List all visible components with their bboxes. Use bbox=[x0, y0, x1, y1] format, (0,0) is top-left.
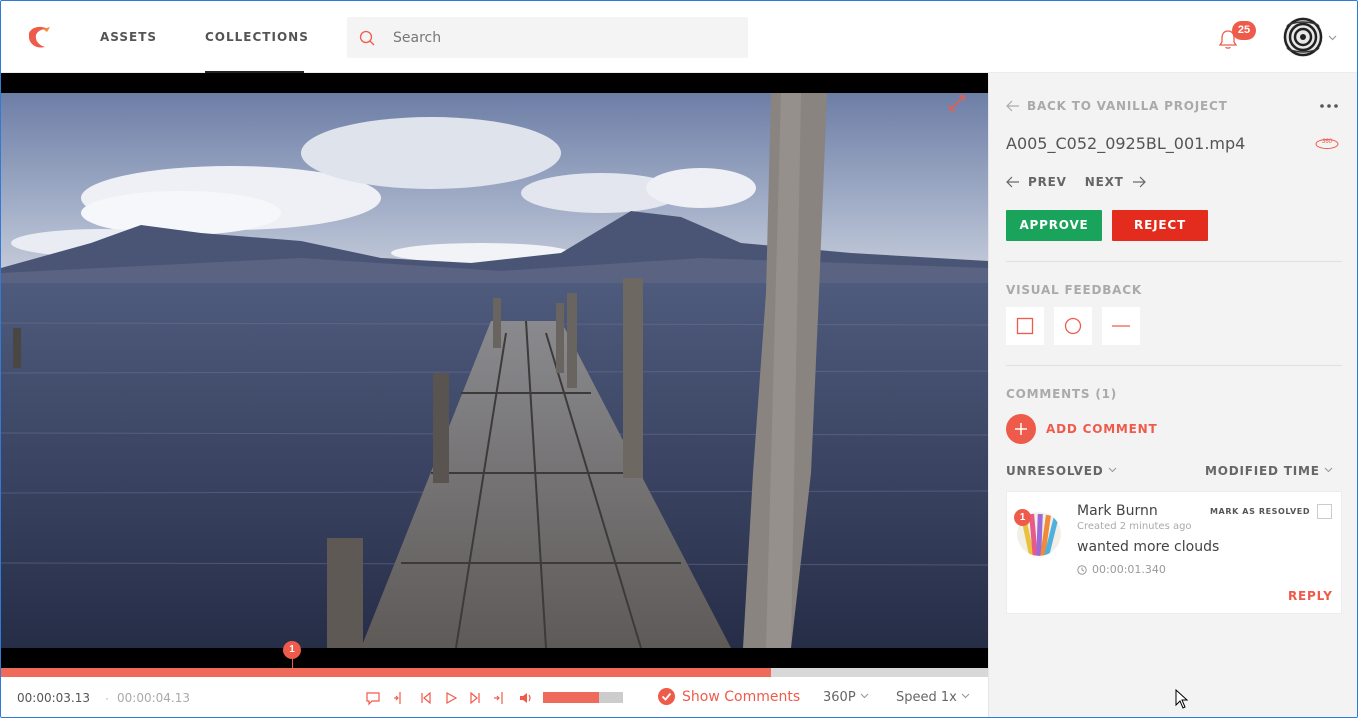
divider bbox=[1006, 261, 1342, 262]
comment-created: Created 2 minutes ago bbox=[1077, 521, 1192, 532]
rectangle-tool-icon bbox=[1016, 317, 1034, 335]
status-filter-value: UNRESOLVED bbox=[1006, 464, 1104, 478]
speed-select[interactable]: Speed 1x bbox=[896, 690, 970, 705]
circle-tool-icon bbox=[1064, 317, 1082, 335]
back-to-project-link[interactable]: BACK TO VANILLA PROJECT bbox=[1006, 99, 1228, 113]
prev-next-nav: PREV NEXT bbox=[1006, 175, 1146, 189]
player-controls: 00:00:03.13 · 00:00:04.13 Show Comments … bbox=[1, 677, 988, 717]
mouse-cursor-icon bbox=[1175, 689, 1189, 709]
asset-filename: A005_C052_0925BL_001.mp4 bbox=[1006, 134, 1246, 153]
arrow-left-icon bbox=[1006, 176, 1019, 188]
comment-card: 1 Mark Burnn Created 2 minutes ago MARK … bbox=[1006, 491, 1342, 614]
show-comments-label: Show Comments bbox=[682, 688, 801, 705]
360-video-icon: 360 bbox=[1315, 139, 1339, 149]
next-button[interactable]: NEXT bbox=[1085, 175, 1124, 189]
chevron-down-icon[interactable] bbox=[1327, 32, 1338, 43]
comment-timecode[interactable]: 00:00:01.340 bbox=[1077, 563, 1166, 576]
check-circle-icon bbox=[658, 688, 675, 705]
volume-icon[interactable] bbox=[518, 690, 534, 706]
search-icon bbox=[359, 30, 375, 46]
more-options-icon[interactable] bbox=[1319, 103, 1339, 109]
volume-slider[interactable] bbox=[543, 692, 623, 703]
quality-value: 360P bbox=[823, 690, 856, 705]
play-icon[interactable] bbox=[443, 690, 459, 706]
rectangle-tool-button[interactable] bbox=[1006, 307, 1044, 345]
chevron-down-icon bbox=[961, 693, 970, 699]
sort-filter[interactable]: MODIFIED TIME bbox=[1205, 464, 1333, 478]
arrow-left-icon bbox=[1006, 100, 1019, 112]
reply-button[interactable]: REPLY bbox=[1288, 589, 1333, 603]
visual-feedback-heading: VISUAL FEEDBACK bbox=[1006, 283, 1142, 297]
chevron-down-icon bbox=[1108, 467, 1116, 473]
comment-number-badge: 1 bbox=[1014, 509, 1031, 526]
expand-icon[interactable] bbox=[948, 94, 966, 112]
quality-select[interactable]: 360P bbox=[823, 690, 869, 705]
mark-out-icon[interactable] bbox=[492, 690, 508, 706]
plus-icon bbox=[1006, 414, 1036, 444]
comment-icon[interactable] bbox=[365, 690, 381, 706]
nav-assets[interactable]: ASSETS bbox=[100, 30, 157, 44]
notification-count-badge: 25 bbox=[1232, 21, 1256, 40]
bird-logo-icon[interactable] bbox=[23, 21, 55, 53]
review-panel: BACK TO VANILLA PROJECT A005_C052_0925BL… bbox=[988, 73, 1357, 717]
mark-in-icon[interactable] bbox=[392, 690, 408, 706]
show-comments-toggle[interactable]: Show Comments bbox=[658, 688, 800, 705]
comment-marker[interactable]: 1 bbox=[283, 641, 301, 659]
time-separator: · bbox=[105, 691, 109, 705]
progress-bar[interactable] bbox=[1, 668, 988, 677]
search-box[interactable] bbox=[347, 17, 748, 58]
speed-value: Speed 1x bbox=[896, 690, 957, 705]
video-player: 1 00:00:03.13 · 00:00:04.13 Show Comment… bbox=[1, 73, 988, 717]
chevron-down-icon bbox=[860, 693, 869, 699]
user-avatar[interactable] bbox=[1283, 17, 1323, 57]
back-link-label: BACK TO VANILLA PROJECT bbox=[1027, 99, 1228, 113]
comment-author: Mark Burnn bbox=[1077, 503, 1158, 519]
status-filter[interactable]: UNRESOLVED bbox=[1006, 464, 1117, 478]
line-tool-button[interactable] bbox=[1102, 307, 1140, 345]
add-comment-label: ADD COMMENT bbox=[1046, 422, 1158, 436]
mark-resolved-checkbox[interactable] bbox=[1317, 504, 1332, 519]
search-input[interactable] bbox=[393, 27, 733, 49]
line-tool-icon bbox=[1112, 325, 1130, 327]
comment-text: wanted more clouds bbox=[1077, 539, 1220, 555]
progress-fill bbox=[1, 668, 771, 677]
mark-resolved-label: MARK AS RESOLVED bbox=[1210, 507, 1311, 516]
current-time: 00:00:03.13 bbox=[17, 691, 90, 705]
prev-button[interactable]: PREV bbox=[1028, 175, 1067, 189]
360-badge-label: 360 bbox=[1322, 139, 1333, 145]
step-back-icon[interactable] bbox=[418, 690, 434, 706]
clock-icon bbox=[1077, 564, 1087, 575]
add-comment-button[interactable]: ADD COMMENT bbox=[1006, 414, 1158, 444]
nav-collections[interactable]: COLLECTIONS bbox=[205, 30, 309, 44]
arrow-right-icon bbox=[1132, 176, 1146, 188]
sort-filter-value: MODIFIED TIME bbox=[1205, 464, 1320, 478]
step-forward-icon[interactable] bbox=[467, 690, 483, 706]
circle-tool-button[interactable] bbox=[1054, 307, 1092, 345]
top-bar: ASSETS COLLECTIONS 25 bbox=[1, 1, 1357, 73]
comments-heading: COMMENTS (1) bbox=[1006, 387, 1118, 401]
comment-timecode-value: 00:00:01.340 bbox=[1092, 563, 1166, 576]
video-image[interactable] bbox=[1, 93, 988, 648]
approve-button[interactable]: APPROVE bbox=[1006, 210, 1102, 241]
total-time: 00:00:04.13 bbox=[117, 691, 190, 705]
chevron-down-icon bbox=[1324, 467, 1333, 473]
volume-level bbox=[543, 692, 599, 703]
reject-button[interactable]: REJECT bbox=[1112, 210, 1208, 241]
app-window: ASSETS COLLECTIONS 25 bbox=[0, 0, 1358, 718]
divider bbox=[1006, 365, 1342, 366]
